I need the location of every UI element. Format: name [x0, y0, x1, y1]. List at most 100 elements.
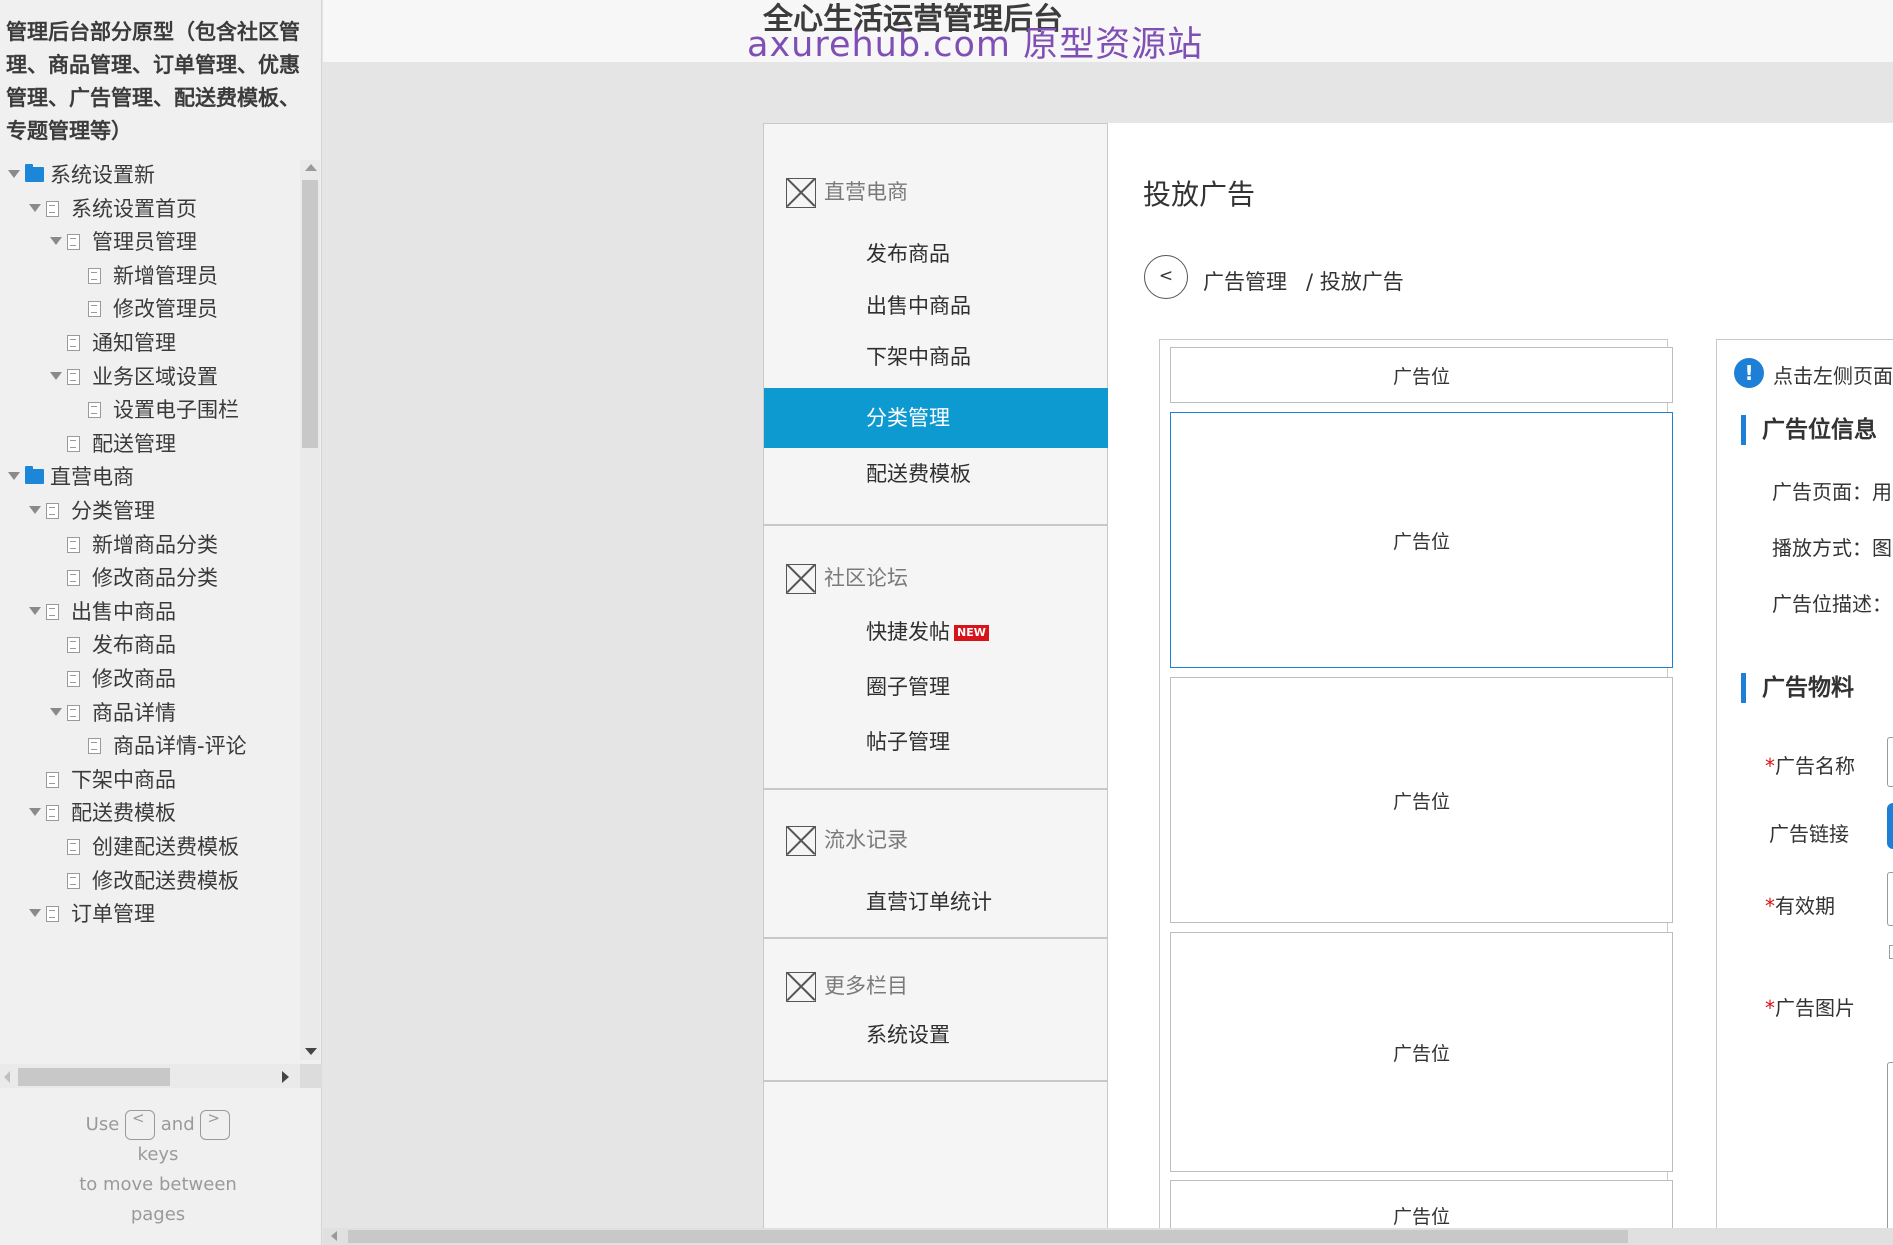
menu-item-circle-manage[interactable]: 圈子管理 [866, 667, 950, 707]
expand-arrow-icon[interactable] [8, 472, 20, 481]
hint-line2: to move between [79, 1174, 237, 1195]
info-icon: ! [1734, 358, 1764, 388]
validity-label: *有效期 [1765, 894, 1835, 918]
menu-item-publish-product[interactable]: 发布商品 [866, 234, 950, 274]
project-title: 管理后台部分原型（包含社区管理、商品管理、订单管理、优惠管理、广告管理、配送费模… [6, 20, 300, 143]
page-icon [46, 805, 59, 822]
menu-item-off-shelf[interactable]: 下架中商品 [866, 337, 971, 377]
menu-item-post-manage[interactable]: 帖子管理 [866, 722, 950, 762]
ad-slot[interactable]: 广告位 [1170, 932, 1673, 1172]
info-tip: 点击左侧页面 [1773, 364, 1893, 388]
page-icon [46, 906, 59, 923]
play-mode-field: 播放方式：图 [1772, 536, 1892, 560]
slot-desc-field: 广告位描述： [1772, 592, 1892, 616]
menu-section-more[interactable]: 更多栏目 [786, 966, 908, 1006]
ad-page-field: 广告页面：用 [1772, 480, 1892, 504]
scroll-left-arrow-icon[interactable] [4, 1071, 10, 1083]
expand-arrow-icon[interactable] [29, 909, 41, 918]
page-icon [67, 536, 80, 553]
side-menu: 直营电商 发布商品 出售中商品 下架中商品 分类管理 配送费模板 社区论坛 快捷… [763, 123, 1109, 1233]
page-icon [46, 603, 59, 620]
page-icon [67, 335, 80, 351]
page-icon [67, 234, 80, 251]
menu-item-on-sale[interactable]: 出售中商品 [866, 286, 971, 326]
expand-arrow-icon[interactable] [29, 606, 41, 615]
page-icon [67, 872, 80, 889]
prev-key-icon: < [125, 1110, 156, 1140]
validity-checkbox[interactable] [1889, 945, 1893, 959]
scroll-right-arrow-icon[interactable] [282, 1071, 289, 1083]
ad-name-label: *广告名称 [1765, 754, 1855, 778]
breadcrumb-ad-manage[interactable]: 广告管理 [1203, 266, 1287, 296]
sitemap-hscroll-thumb[interactable] [18, 1068, 170, 1086]
folder-icon [25, 164, 44, 182]
expand-arrow-icon[interactable] [50, 237, 62, 246]
ad-slot[interactable]: 广告位 [1170, 347, 1673, 403]
ad-slot-selected[interactable]: 广告位 [1170, 412, 1673, 668]
sitemap-vertical-scrollbar[interactable] [300, 160, 320, 1060]
page-icon [88, 738, 101, 755]
expand-arrow-icon[interactable] [29, 808, 41, 817]
keyboard-hint: Use < and > keys to move between pages [60, 1110, 256, 1230]
scrollbar-corner [300, 1064, 322, 1088]
ad-link-label: 广告链接 [1769, 822, 1849, 846]
sitemap-item-order-manage[interactable]: 订单管理 [0, 894, 300, 934]
menu-item-category-active[interactable]: 分类管理 [764, 388, 1109, 448]
sitemap-panel: 管理后台部分原型（包含社区管理、商品管理、订单管理、优惠管理、广告管理、配送费模… [0, 0, 322, 1245]
page-icon [46, 200, 59, 217]
breadcrumb-place-ad: / 投放广告 [1306, 270, 1404, 294]
page-icon [67, 368, 80, 385]
page-icon [67, 704, 80, 721]
hint-and: and [160, 1114, 195, 1135]
page-icon [67, 435, 80, 452]
menu-item-quick-post[interactable]: 快捷发帖 NEW [866, 612, 989, 652]
ad-slot-list: 广告位 广告位 广告位 广告位 广告位 [1159, 339, 1673, 1245]
ad-image-upload[interactable] [1887, 1062, 1893, 1238]
hint-line3: pages [130, 1204, 186, 1225]
placeholder-image-icon [786, 972, 816, 1002]
expand-arrow-icon[interactable] [50, 707, 62, 716]
scroll-down-arrow-icon[interactable] [305, 1048, 317, 1055]
next-key-icon: > [200, 1110, 231, 1140]
expand-arrow-icon[interactable] [50, 371, 62, 380]
new-badge: NEW [954, 625, 989, 641]
expand-arrow-icon[interactable] [29, 203, 41, 212]
main-horizontal-scrollbar[interactable] [323, 1228, 1893, 1245]
ad-slot[interactable]: 广告位 [1170, 677, 1673, 923]
ad-image-label: *广告图片 [1765, 996, 1855, 1020]
watermark: axurehub.com 原型资源站 [747, 25, 1204, 65]
sitemap-tree: 系统设置新 系统设置首页 管理员管理 新增管理员 修改管理员 通知管理 业务区域设置 设置电子… [0, 155, 300, 1055]
page-icon [46, 503, 59, 519]
page-icon [67, 671, 80, 687]
sitemap-scroll-thumb[interactable] [302, 180, 318, 448]
placeholder-image-icon [786, 178, 816, 208]
menu-section-records[interactable]: 流水记录 [786, 820, 908, 860]
menu-item-order-stats[interactable]: 直营订单统计 [866, 882, 992, 922]
menu-item-system-settings[interactable]: 系统设置 [866, 1015, 950, 1055]
page-title: 投放广告 [1143, 178, 1256, 211]
back-button[interactable]: < [1144, 255, 1188, 299]
sitemap-horizontal-scrollbar[interactable] [0, 1064, 322, 1088]
expand-arrow-icon[interactable] [29, 506, 41, 514]
scroll-left-arrow-icon[interactable] [331, 1231, 337, 1241]
top-bar: 全心生活运营管理后台 axurehub.com 原型资源站 [323, 0, 1893, 65]
page-icon [88, 267, 101, 284]
validity-input[interactable] [1887, 872, 1893, 926]
sitemap-item-label: 订单管理 [71, 902, 155, 927]
placeholder-image-icon [786, 826, 816, 856]
menu-divider [764, 788, 1109, 790]
menu-section-forum[interactable]: 社区论坛 [786, 558, 908, 598]
hint-keys: keys [137, 1144, 179, 1165]
main-hscroll-thumb[interactable] [348, 1230, 1628, 1243]
menu-item-shipping-template[interactable]: 配送费模板 [866, 454, 971, 494]
page-icon [88, 301, 101, 318]
placeholder-image-icon [786, 564, 816, 594]
scroll-up-arrow-icon[interactable] [305, 164, 317, 171]
section-title-material: 广告物料 [1741, 673, 1854, 703]
menu-section-ecommerce[interactable]: 直营电商 [786, 172, 908, 212]
expand-arrow-icon[interactable] [8, 170, 20, 178]
ad-link-select[interactable] [1887, 803, 1893, 849]
menu-divider [764, 937, 1109, 939]
ad-name-input[interactable] [1887, 737, 1893, 787]
page-icon [46, 771, 59, 788]
